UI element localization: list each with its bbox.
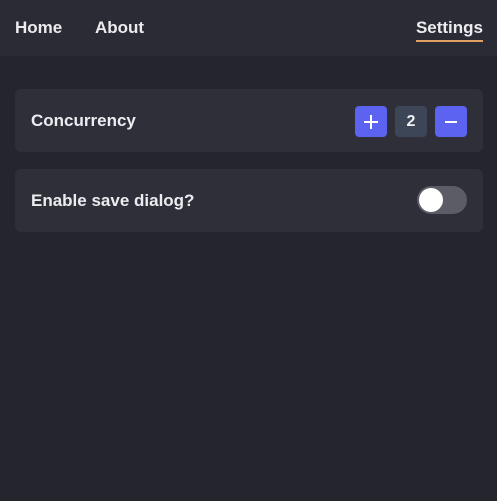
top-navigation-bar: Home About Settings xyxy=(0,0,497,56)
toggle-knob xyxy=(419,188,443,212)
nav-link-about[interactable]: About xyxy=(95,18,144,38)
concurrency-value: 2 xyxy=(395,106,427,137)
concurrency-setting-card: Concurrency 2 xyxy=(15,89,483,152)
increment-button[interactable] xyxy=(355,106,387,137)
nav-link-settings[interactable]: Settings xyxy=(415,18,484,42)
plus-icon xyxy=(364,115,378,129)
save-dialog-setting-card: Enable save dialog? xyxy=(15,169,483,232)
nav-link-home[interactable]: Home xyxy=(15,18,62,38)
decrement-button[interactable] xyxy=(435,106,467,137)
save-dialog-label: Enable save dialog? xyxy=(31,191,195,210)
save-dialog-toggle[interactable] xyxy=(417,186,467,214)
minus-icon xyxy=(445,121,457,123)
concurrency-label: Concurrency xyxy=(31,111,136,130)
